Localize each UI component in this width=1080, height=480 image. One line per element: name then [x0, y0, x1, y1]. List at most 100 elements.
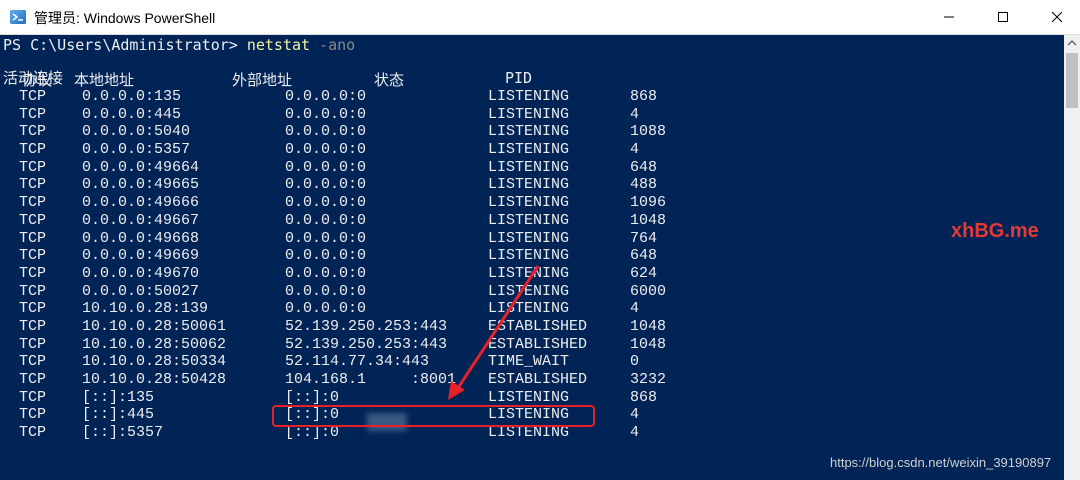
cell-foreign-address: 52.139.250.253:443 — [285, 317, 448, 335]
cell-local-address: 0.0.0.0:49665 — [82, 176, 200, 194]
cell-local-address: [::]:5357 — [82, 424, 164, 442]
watermark-url: https://blog.csdn.net/weixin_39190897 — [830, 455, 1052, 470]
cell-local-address: [::]:445 — [82, 406, 155, 424]
table-row: TCP 0.0.0.0:5040 0.0.0.0:0 LISTENING 1088 — [0, 123, 1064, 141]
cell-proto: TCP — [19, 282, 47, 300]
table-row: TCP 0.0.0.0:49665 0.0.0.0:0 LISTENING 488 — [0, 176, 1064, 194]
table-row: TCP 10.10.0.28:50061 52.139.250.253:443 EST… — [0, 318, 1064, 336]
cell-foreign-address: 0.0.0.0:0 — [285, 247, 367, 265]
cell-foreign-address: 52.139.250.253:443 — [285, 335, 448, 353]
cell-local-address: [::]:135 — [82, 388, 155, 406]
table-row: TCP 10.10.0.28:139 0.0.0.0:0 LISTENING 4 — [0, 300, 1064, 318]
cell-pid: 1048 — [630, 211, 667, 229]
cell-state: ESTABLISHED — [488, 371, 588, 388]
maximize-icon — [998, 12, 1008, 22]
cell-proto: TCP — [19, 264, 47, 282]
cell-proto: TCP — [19, 123, 47, 141]
cell-state: LISTENING — [488, 388, 570, 406]
cell-foreign-address: 0.0.0.0:0 — [285, 141, 367, 159]
cell-proto: TCP — [19, 406, 47, 424]
cell-pid: 6000 — [630, 282, 667, 300]
cell-local-address: 10.10.0.28:50062 — [82, 335, 227, 353]
cell-foreign-address: 0.0.0.0:0 — [285, 264, 367, 282]
table-row: TCP 0.0.0.0:50027 0.0.0.0:0 LISTENING 6000 — [0, 283, 1064, 301]
cell-foreign-address: [::]:0 — [285, 388, 340, 406]
cell-proto: TCP — [19, 424, 47, 442]
cell-proto: TCP — [19, 141, 47, 159]
cell-local-address: 10.10.0.28:139 — [82, 300, 209, 318]
cell-local-address: 0.0.0.0:49668 — [82, 229, 200, 247]
cell-local-address: 0.0.0.0:49670 — [82, 264, 200, 282]
vertical-scrollbar[interactable] — [1064, 35, 1080, 480]
cell-state: TIME_WAIT — [488, 353, 570, 371]
cell-foreign-address: 0.0.0.0:0 — [285, 229, 367, 247]
cell-local-address: 0.0.0.0:49666 — [82, 194, 200, 212]
cell-state: LISTENING — [488, 105, 570, 123]
table-row: TCP 10.10.0.28:50334 52.114.77.34:443 TIME_… — [0, 353, 1064, 371]
cell-state: LISTENING — [488, 123, 570, 141]
header-state: 状态 — [374, 71, 405, 89]
cell-state: LISTENING — [488, 282, 570, 300]
command-argument: -ano — [310, 36, 356, 54]
window-title: 管理员: Windows PowerShell — [34, 10, 216, 26]
powershell-icon — [9, 8, 27, 26]
cell-pid: 4 — [630, 105, 640, 123]
cell-proto: TCP — [19, 158, 47, 176]
maximize-button[interactable] — [980, 0, 1026, 34]
cell-pid: 4 — [630, 406, 640, 424]
cell-foreign-address: 52.114.77.34:443 — [285, 353, 430, 371]
header-foreign: 外部地址 — [232, 71, 293, 89]
table-row: TCP 0.0.0.0:49666 0.0.0.0:0 LISTENING 1096 — [0, 194, 1064, 212]
table-row: TCP [::]:135 [::]:0 LISTENING 868 — [0, 389, 1064, 407]
cell-pid: 1048 — [630, 335, 667, 353]
cell-state: LISTENING — [488, 211, 570, 229]
scroll-up-arrow-icon[interactable] — [1064, 35, 1080, 51]
cell-pid: 1096 — [630, 194, 667, 212]
cell-pid: 4 — [630, 300, 640, 318]
watermark-red: xhBG.me — [951, 220, 1039, 242]
cell-pid: 648 — [630, 158, 658, 176]
cell-foreign-address: 0.0.0.0:0 — [285, 300, 367, 318]
cell-state: LISTENING — [488, 176, 570, 194]
table-row: TCP 10.10.0.28:50428 104.168.1 :8001 ESTABL… — [0, 371, 1064, 389]
cell-local-address: 0.0.0.0:445 — [82, 105, 182, 123]
cell-state: LISTENING — [488, 247, 570, 265]
cell-proto: TCP — [19, 317, 47, 335]
scrollbar-thumb[interactable] — [1066, 53, 1078, 108]
cell-local-address: 0.0.0.0:50027 — [82, 282, 200, 300]
cell-foreign-address: 0.0.0.0:0 — [285, 194, 367, 212]
cell-pid: 764 — [630, 229, 658, 247]
cell-foreign-address: 104.168.1 :8001 — [285, 371, 457, 388]
command-line: PS C:\Users\Administrator> netstat -ano — [3, 35, 355, 55]
table-row: TCP 0.0.0.0:49667 0.0.0.0:0 LISTENING 1048 — [0, 212, 1064, 230]
cell-foreign-address: 0.0.0.0:0 — [285, 105, 367, 123]
close-button[interactable] — [1034, 0, 1080, 34]
cell-proto: TCP — [19, 247, 47, 265]
table-row: TCP 0.0.0.0:49669 0.0.0.0:0 LISTENING 648 — [0, 247, 1064, 265]
cell-local-address: 0.0.0.0:49667 — [82, 211, 200, 229]
cell-local-address: 0.0.0.0:135 — [82, 88, 182, 105]
cell-proto: TCP — [19, 388, 47, 406]
cell-local-address: 10.10.0.28:50334 — [82, 353, 227, 371]
minimize-button[interactable] — [926, 0, 972, 34]
cell-foreign-address: 0.0.0.0:0 — [285, 123, 367, 141]
cell-state: ESTABLISHED — [488, 335, 588, 353]
cell-state: LISTENING — [488, 264, 570, 282]
header-proto: 协议 — [22, 71, 53, 89]
cell-pid: 868 — [630, 388, 658, 406]
cell-pid: 4 — [630, 141, 640, 159]
cell-state: LISTENING — [488, 158, 570, 176]
cell-foreign-address: 0.0.0.0:0 — [285, 88, 367, 105]
cell-pid: 1088 — [630, 123, 667, 141]
table-row: TCP 0.0.0.0:49668 0.0.0.0:0 LISTENING 764 — [0, 230, 1064, 248]
cell-pid: 3232 — [630, 371, 667, 388]
close-icon — [1051, 11, 1063, 23]
cell-local-address: 0.0.0.0:5040 — [82, 123, 191, 141]
cell-proto: TCP — [19, 335, 47, 353]
cell-proto: TCP — [19, 88, 47, 105]
cell-pid: 4 — [630, 424, 640, 442]
cell-foreign-address: 0.0.0.0:0 — [285, 282, 367, 300]
title-bar[interactable]: 管理员: Windows PowerShell — [0, 0, 1080, 35]
cell-foreign-address: 0.0.0.0:0 — [285, 211, 367, 229]
cell-state: LISTENING — [488, 194, 570, 212]
